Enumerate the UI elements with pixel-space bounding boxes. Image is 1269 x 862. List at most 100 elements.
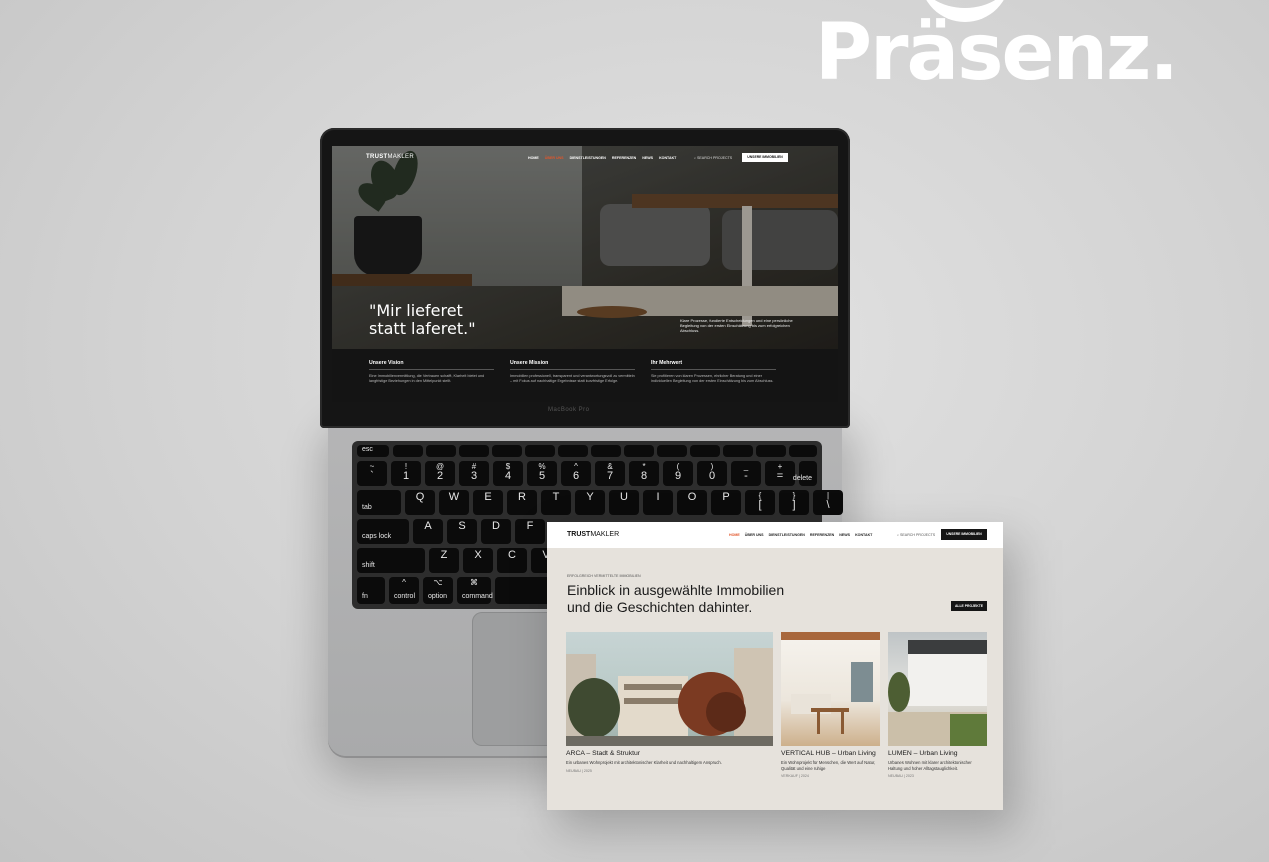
key-f5[interactable] bbox=[525, 445, 555, 457]
section-eyebrow: ERFOLGREICH VERMITTELTE IMMOBILIEN bbox=[567, 574, 641, 578]
key-delete[interactable]: delete bbox=[793, 461, 817, 486]
key-letter[interactable]: T bbox=[541, 490, 571, 515]
key-f2[interactable] bbox=[426, 445, 456, 457]
key-letter[interactable]: Q bbox=[405, 490, 435, 515]
key-option[interactable]: ⌥ option bbox=[423, 577, 453, 604]
value-title: Unsere Vision bbox=[369, 360, 494, 370]
site-logo[interactable]: TRUSTMAKLER bbox=[567, 531, 619, 538]
key-letter[interactable]: W bbox=[439, 490, 469, 515]
value-column: Ihr Mehrwert Sie profitieren von klaren … bbox=[651, 360, 776, 384]
key-letter[interactable]: P bbox=[711, 490, 741, 515]
cta-button[interactable]: UNSERE IMMOBILIEN bbox=[742, 153, 788, 162]
site-menu: HOME ÜBER UNS DIENSTLEISTUNGEN REFERENZE… bbox=[528, 156, 676, 160]
key-symbol[interactable]: {[ bbox=[745, 490, 775, 515]
key-number[interactable]: % 5 bbox=[527, 461, 557, 486]
key-letter[interactable]: Y bbox=[575, 490, 605, 515]
key-number[interactable]: ^ 6 bbox=[561, 461, 591, 486]
project-card[interactable]: ARCA – Stadt & Struktur Ein urbanes Wohn… bbox=[566, 632, 773, 773]
key-letter[interactable]: R bbox=[507, 490, 537, 515]
value-title: Ihr Mehrwert bbox=[651, 360, 776, 370]
key-letter[interactable]: Z bbox=[429, 548, 459, 573]
key-command[interactable]: ⌘ command bbox=[457, 577, 493, 604]
search-link[interactable]: ⌕ SEARCH PROJECTS bbox=[694, 156, 732, 160]
search-link[interactable]: ⌕ SEARCH PROJECTS bbox=[897, 533, 935, 537]
key-number[interactable]: (9 bbox=[663, 461, 693, 486]
nav-referenzen[interactable]: REFERENZEN bbox=[810, 533, 834, 537]
key-letter[interactable]: O bbox=[677, 490, 707, 515]
key-shift[interactable]: shift bbox=[357, 548, 425, 573]
nav-kontakt[interactable]: KONTAKT bbox=[659, 156, 676, 160]
key-f8[interactable] bbox=[624, 445, 654, 457]
nav-ueber-uns[interactable]: ÜBER UNS bbox=[545, 156, 564, 160]
project-card[interactable]: VERTICAL HUB – Urban Living Ein Wohnproj… bbox=[781, 632, 880, 778]
key-f12[interactable] bbox=[756, 445, 786, 457]
project-image bbox=[888, 632, 987, 746]
key-fn[interactable]: fn bbox=[357, 577, 385, 604]
nav-home[interactable]: HOME bbox=[729, 533, 740, 537]
nav-dienstleistungen[interactable]: DIENSTLEISTUNGEN bbox=[769, 533, 805, 537]
key-number[interactable]: ! 1 bbox=[391, 461, 421, 486]
key-esc[interactable]: esc bbox=[357, 445, 389, 457]
key-f9[interactable] bbox=[657, 445, 687, 457]
key-letter[interactable]: F bbox=[515, 519, 545, 544]
laptop-model-label: MacBook Pro bbox=[548, 407, 590, 413]
key-f11[interactable] bbox=[723, 445, 753, 457]
key-number[interactable]: * 8 bbox=[629, 461, 659, 486]
key-number[interactable]: + = bbox=[765, 461, 795, 486]
key-letter[interactable]: S bbox=[447, 519, 477, 544]
site-menu: HOME ÜBER UNS DIENSTLEISTUNGEN REFERENZE… bbox=[729, 533, 872, 537]
project-image bbox=[566, 632, 773, 746]
site-logo[interactable]: TRUSTMAKLER bbox=[366, 154, 414, 160]
project-title: VERTICAL HUB – Urban Living bbox=[781, 750, 876, 757]
nav-news[interactable]: NEWS bbox=[642, 156, 653, 160]
key-symbol[interactable]: }] bbox=[779, 490, 809, 515]
key-number[interactable]: $4 bbox=[493, 461, 523, 486]
key-f1[interactable] bbox=[393, 445, 423, 457]
key-power[interactable] bbox=[789, 445, 817, 457]
key-tab[interactable]: tab bbox=[357, 490, 401, 515]
key-letter[interactable]: E bbox=[473, 490, 503, 515]
nav-news[interactable]: NEWS bbox=[839, 533, 850, 537]
key-number[interactable]: ) 0 bbox=[697, 461, 727, 486]
card-nav: TRUSTMAKLER HOME ÜBER UNS DIENSTLEISTUNG… bbox=[547, 522, 1003, 548]
value-text: Sie profitieren von klaren Prozessen, eh… bbox=[651, 374, 774, 384]
key-letter[interactable]: X bbox=[463, 548, 493, 573]
key-letter[interactable]: D bbox=[481, 519, 511, 544]
project-text: Ein Wohnprojekt für Menschen, die Wert a… bbox=[781, 760, 876, 771]
key-number[interactable]: @2 bbox=[425, 461, 455, 486]
nav-home[interactable]: HOME bbox=[528, 156, 539, 160]
key-letter[interactable]: A bbox=[413, 519, 443, 544]
key-symbol[interactable]: | \ bbox=[813, 490, 843, 515]
key-number[interactable]: _ - bbox=[731, 461, 761, 486]
key-number[interactable]: #3 bbox=[459, 461, 489, 486]
key-letter[interactable]: U bbox=[609, 490, 639, 515]
search-icon: ⌕ bbox=[897, 533, 900, 537]
value-column: Unsere Vision Eine Immobilienvermittlung… bbox=[369, 360, 494, 384]
key-caps-lock[interactable]: caps lock bbox=[357, 519, 409, 544]
all-projects-button[interactable]: ALLE PROJEKTE bbox=[951, 601, 987, 611]
cta-button[interactable]: UNSERE IMMOBILIEN bbox=[941, 529, 987, 540]
key-f3[interactable] bbox=[459, 445, 489, 457]
nav-referenzen[interactable]: REFERENZEN bbox=[612, 156, 636, 160]
key-letter[interactable]: I bbox=[643, 490, 673, 515]
nav-kontakt[interactable]: KONTAKT bbox=[855, 533, 872, 537]
key-number[interactable]: ~ ` bbox=[357, 461, 387, 486]
key-f7[interactable] bbox=[591, 445, 621, 457]
search-icon: ⌕ bbox=[694, 156, 697, 160]
nav-dienstleistungen[interactable]: DIENSTLEISTUNGEN bbox=[570, 156, 606, 160]
laptop-screen: TRUSTMAKLER HOME ÜBER UNS DIENSTLEISTUNG… bbox=[332, 146, 838, 402]
key-f4[interactable] bbox=[492, 445, 522, 457]
key-f10[interactable] bbox=[690, 445, 720, 457]
project-meta: NEUBAU | 2023 bbox=[888, 774, 914, 779]
key-number[interactable]: & 7 bbox=[595, 461, 625, 486]
nav-ueber-uns[interactable]: ÜBER UNS bbox=[745, 533, 764, 537]
key-f6[interactable] bbox=[558, 445, 588, 457]
project-text: Urbanes Wohnen mit klarer architektonisc… bbox=[888, 760, 972, 771]
key-space[interactable] bbox=[495, 577, 555, 604]
value-text: Immobilien professionell, transparent un… bbox=[510, 374, 635, 384]
key-control[interactable]: ^ control bbox=[389, 577, 419, 604]
value-title: Unsere Mission bbox=[510, 360, 635, 370]
project-card[interactable]: LUMEN – Urban Living Urbanes Wohnen mit … bbox=[888, 632, 987, 778]
hero-quote: "Mir lieferet statt laferet." bbox=[369, 301, 476, 338]
key-letter[interactable]: C bbox=[497, 548, 527, 573]
